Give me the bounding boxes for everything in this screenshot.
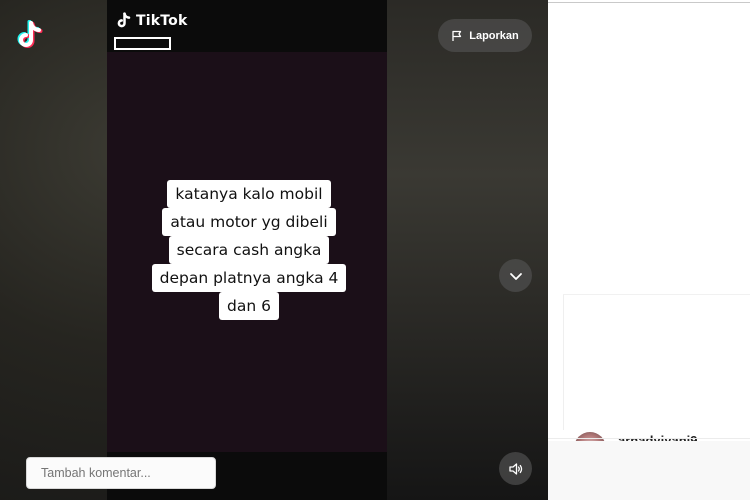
divider (548, 2, 750, 3)
divider (548, 438, 750, 439)
watermark-handle-redacted (114, 37, 171, 50)
divider (563, 295, 564, 430)
caption-line: dan 6 (219, 292, 279, 320)
caption-line: atau motor yg dibeli (162, 208, 336, 236)
watermark-text: TikTok (136, 13, 188, 29)
caption-line: depan platnya angka 4 (151, 264, 347, 292)
comments-panel: arnadyiyani9 (548, 0, 750, 500)
comment-input-bar (548, 441, 750, 500)
chevron-down-icon (509, 272, 522, 280)
tiktok-watermark: TikTok (116, 12, 187, 30)
divider (563, 294, 750, 295)
caption-line: katanya kalo mobil (167, 180, 331, 208)
video-stage[interactable]: TikTok Laporkan katanya kalo mobil atau … (0, 0, 548, 500)
next-video-button[interactable] (499, 259, 532, 292)
report-button[interactable]: Laporkan (438, 19, 532, 52)
tiktok-logo-icon[interactable] (16, 20, 46, 52)
speaker-icon (508, 462, 522, 475)
report-label: Laporkan (469, 29, 519, 42)
flag-icon (452, 30, 462, 41)
comment-input[interactable] (26, 457, 216, 489)
caption-line: secara cash angka (168, 236, 330, 264)
volume-button[interactable] (499, 452, 532, 485)
tiktok-note-icon (117, 12, 131, 28)
blurred-background (387, 0, 548, 500)
video-caption: katanya kalo mobil atau motor yg dibeli … (147, 180, 351, 320)
